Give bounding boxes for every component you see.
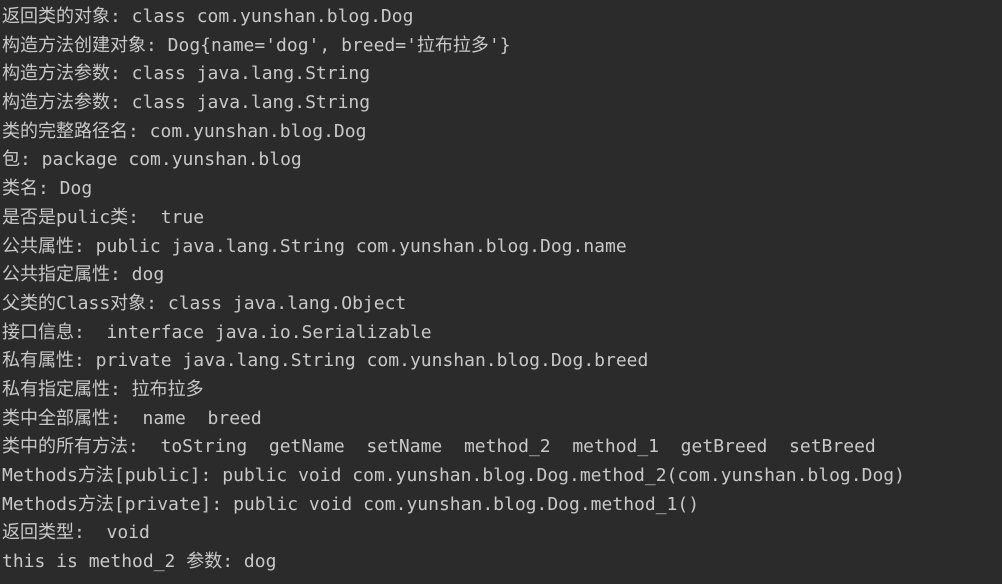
- console-line: Methods方法[public]: public void com.yunsh…: [2, 465, 905, 486]
- console-line: 构造方法参数: class java.lang.String: [2, 63, 371, 85]
- console-line: 私有指定属性: 拉布拉多: [2, 378, 204, 400]
- console-line: 公共指定属性: dog: [2, 264, 165, 286]
- console-line: 私有属性: private java.lang.String com.yunsh…: [2, 350, 649, 372]
- console-output: 返回类的对象: class com.yunshan.blog.Dog 构造方法创…: [0, 0, 1002, 584]
- console-line: 构造方法创建对象: Dog{name='dog', breed='拉布拉多'}: [2, 34, 511, 56]
- console-line: 返回类型: void: [2, 522, 150, 544]
- console-line: Methods方法[private]: public void com.yuns…: [2, 493, 700, 515]
- console-line: 包: package com.yunshan.blog: [2, 149, 302, 171]
- console-line: 父类的Class对象: class java.lang.Object: [2, 292, 407, 314]
- console-line: 类名: Dog: [2, 178, 93, 200]
- console-line: 构造方法参数: class java.lang.String: [2, 92, 371, 114]
- console-line: 类的完整路径名: com.yunshan.blog.Dog: [2, 120, 367, 142]
- console-line: 公共属性: public java.lang.String com.yunsha…: [2, 235, 627, 257]
- console-line: this is method_2 参数: dog: [2, 551, 277, 573]
- console-line: 类中的所有方法: toString getName setName method…: [2, 436, 876, 458]
- console-line: 返回类的对象: class com.yunshan.blog.Dog: [2, 6, 414, 27]
- console-line: 类中全部属性: name breed: [2, 407, 262, 429]
- console-line: 是否是pulic类: true: [2, 206, 205, 228]
- console-line: 接口信息: interface java.io.Serializable: [2, 321, 432, 343]
